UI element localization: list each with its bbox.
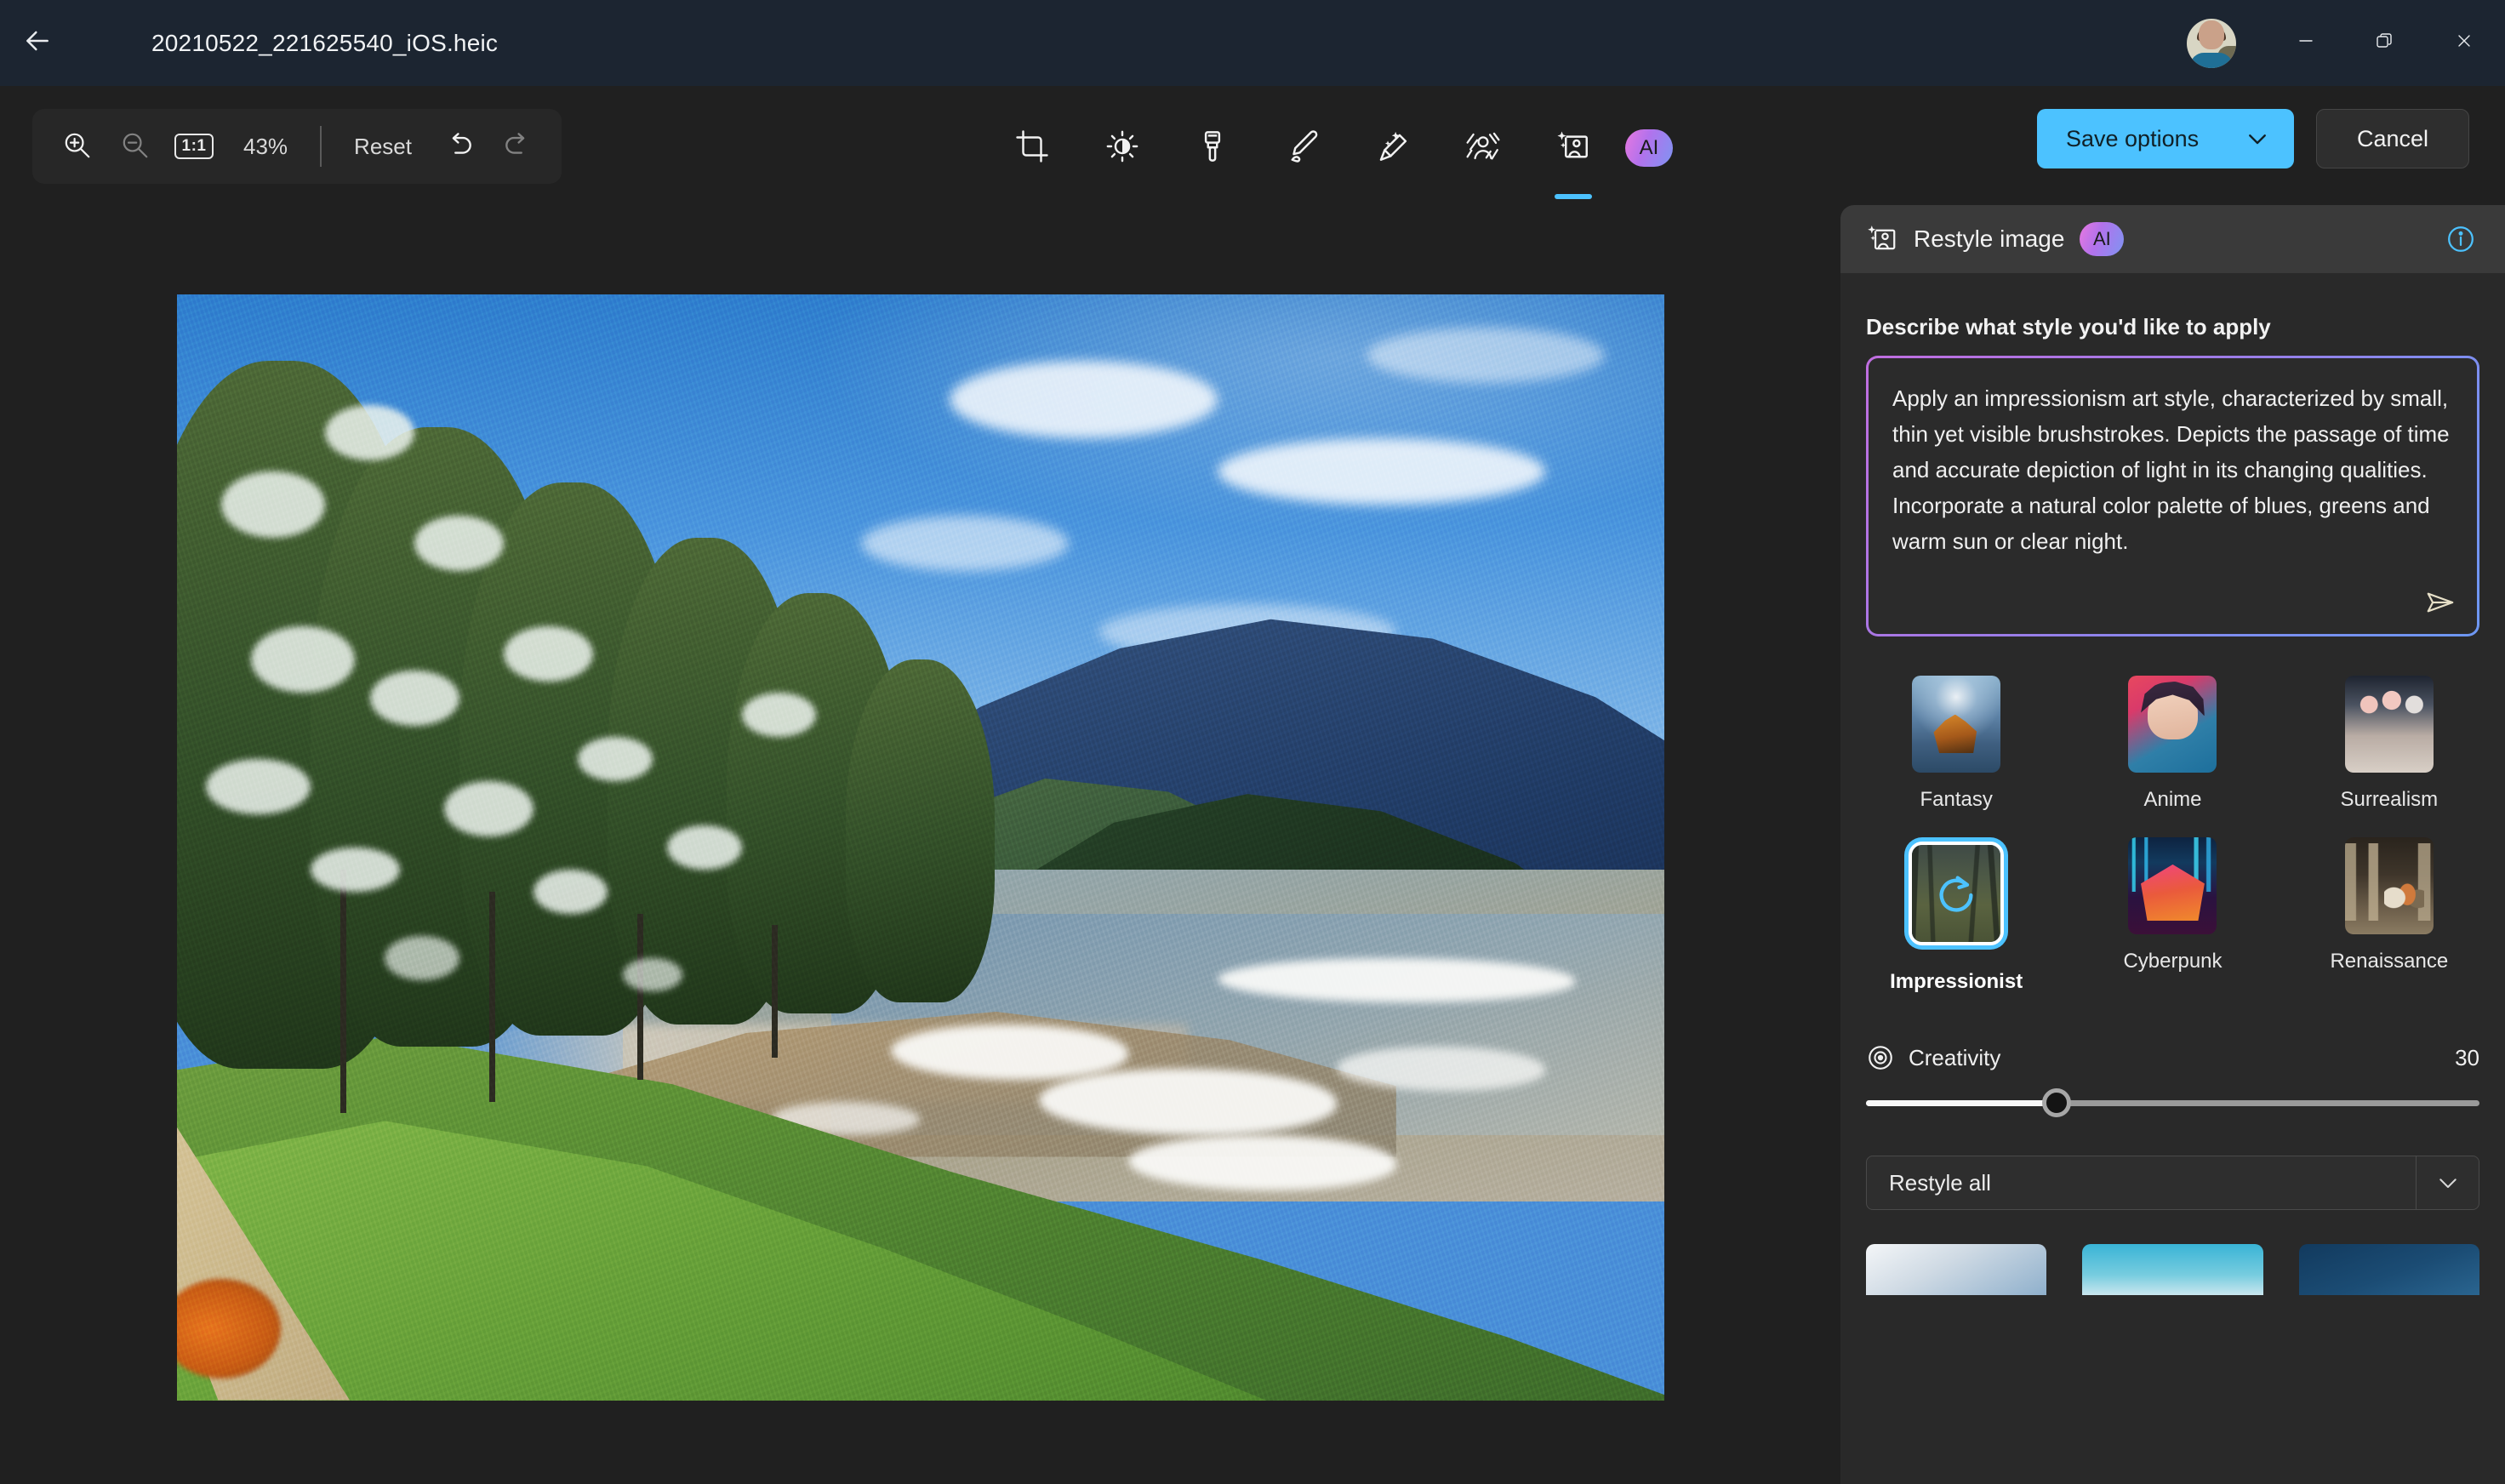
- image-canvas[interactable]: [0, 205, 1840, 1484]
- reset-button[interactable]: Reset: [335, 134, 431, 160]
- style-label: Fantasy: [1920, 788, 1992, 812]
- panel-body: Describe what style you'd like to apply …: [1840, 273, 2505, 1295]
- style-label: Anime: [2143, 788, 2201, 812]
- style-presets: Fantasy Anime Surrealism: [1866, 676, 2479, 994]
- app-body: 1:1 43% Reset: [0, 86, 2505, 1484]
- prompt-field[interactable]: Apply an impressionism art style, charac…: [1866, 356, 2479, 636]
- style-preset-surrealism[interactable]: Surrealism: [2299, 676, 2479, 812]
- zoom-out-button[interactable]: [106, 109, 163, 184]
- chevron-down-icon: [2245, 126, 2270, 151]
- creativity-label: Creativity: [1909, 1045, 2000, 1071]
- title-bar: 20210522_221625540_iOS.heic: [0, 0, 2505, 86]
- cancel-label: Cancel: [2357, 126, 2428, 152]
- adjust-tool[interactable]: [1077, 109, 1167, 187]
- target-icon: [1866, 1043, 1895, 1072]
- style-label: Cyberpunk: [2123, 950, 2222, 973]
- panel-title: Restyle image: [1914, 225, 2064, 253]
- arrow-left-icon: [20, 24, 54, 62]
- style-preset-anime[interactable]: Anime: [2082, 676, 2262, 812]
- creativity-slider[interactable]: [1866, 1084, 2479, 1122]
- actual-size-button[interactable]: 1:1: [163, 109, 225, 184]
- zoom-in-icon: [60, 128, 93, 165]
- chevron-down-icon[interactable]: [2416, 1156, 2479, 1209]
- close-icon: [2454, 31, 2474, 55]
- dropdown-value: Restyle all: [1867, 1170, 2416, 1196]
- style-preset-fantasy[interactable]: Fantasy: [1866, 676, 2046, 812]
- restyle-panel: Restyle image AI Describe what style you…: [1840, 205, 2505, 1484]
- zoom-level-label: 43%: [225, 134, 306, 160]
- send-icon[interactable]: [2424, 586, 2456, 619]
- active-tool-indicator: [1555, 194, 1592, 199]
- zoom-out-icon: [118, 128, 151, 165]
- pen-icon: [1285, 128, 1321, 168]
- redo-icon: [501, 128, 534, 165]
- draw-tool[interactable]: [1258, 109, 1348, 187]
- creativity-value: 30: [2455, 1045, 2479, 1071]
- style-thumbnail: [2128, 676, 2217, 773]
- edit-toolbar: AI: [987, 109, 1673, 201]
- erase-tool[interactable]: [1348, 109, 1438, 187]
- window-title: 20210522_221625540_iOS.heic: [151, 30, 498, 57]
- action-buttons: Save options Cancel: [2037, 109, 2469, 168]
- result-thumbnail[interactable]: [1866, 1244, 2046, 1295]
- restyle-scope-dropdown[interactable]: Restyle all: [1866, 1156, 2479, 1210]
- user-avatar[interactable]: [2187, 19, 2236, 68]
- save-options-label: Save options: [2066, 126, 2199, 152]
- style-thumbnail: [2345, 837, 2434, 934]
- style-label: Surrealism: [2340, 788, 2438, 812]
- magic-eraser-icon: [1375, 128, 1411, 168]
- close-button[interactable]: [2423, 0, 2505, 86]
- prompt-text[interactable]: Apply an impressionism art style, charac…: [1892, 380, 2453, 560]
- back-button[interactable]: [0, 0, 75, 86]
- minimize-icon: [2296, 31, 2316, 55]
- style-preset-impressionist[interactable]: Impressionist: [1866, 837, 2046, 994]
- brush-icon: [1195, 128, 1230, 168]
- zoom-toolbar: 1:1 43% Reset: [32, 109, 562, 184]
- undo-icon: [443, 128, 476, 165]
- save-options-button[interactable]: Save options: [2037, 109, 2294, 168]
- edited-photo[interactable]: [177, 294, 1664, 1401]
- redo-button[interactable]: [488, 109, 546, 184]
- regenerate-icon[interactable]: [1934, 873, 1978, 917]
- cancel-button[interactable]: Cancel: [2316, 109, 2469, 168]
- restyle-image-icon: [1555, 128, 1591, 168]
- restore-button[interactable]: [2345, 0, 2423, 86]
- restyle-image-tool[interactable]: [1528, 109, 1618, 187]
- style-label: Renaissance: [2330, 950, 2448, 973]
- brightness-icon: [1104, 128, 1140, 168]
- info-icon[interactable]: [2445, 224, 2476, 254]
- result-thumbnails: [1866, 1244, 2479, 1295]
- crop-icon: [1014, 128, 1050, 168]
- background-blur-tool[interactable]: [1438, 109, 1528, 187]
- style-preset-cyberpunk[interactable]: Cyberpunk: [2082, 837, 2262, 994]
- markup-tool[interactable]: [1167, 109, 1258, 187]
- crop-tool[interactable]: [987, 109, 1077, 187]
- actual-size-label: 1:1: [174, 134, 214, 159]
- panel-header: Restyle image AI: [1840, 205, 2505, 273]
- ai-badge[interactable]: AI: [1625, 129, 1673, 167]
- slider-thumb[interactable]: [2042, 1088, 2071, 1117]
- style-thumbnail: [2345, 676, 2434, 773]
- selected-style-indicator: [1912, 845, 2000, 942]
- window-controls: [2187, 0, 2505, 86]
- style-preset-renaissance[interactable]: Renaissance: [2299, 837, 2479, 994]
- ai-badge[interactable]: AI: [2080, 222, 2124, 256]
- creativity-row: Creativity 30: [1866, 1043, 2479, 1072]
- result-thumbnail[interactable]: [2299, 1244, 2479, 1295]
- minimize-button[interactable]: [2267, 0, 2345, 86]
- blur-background-icon: [1465, 128, 1501, 168]
- prompt-label: Describe what style you'd like to apply: [1866, 314, 2479, 340]
- style-thumbnail: [1912, 676, 2000, 773]
- photo-artwork: [177, 294, 1664, 1401]
- result-thumbnail[interactable]: [2082, 1244, 2262, 1295]
- slider-fill: [1866, 1100, 2057, 1106]
- restyle-image-icon: [1866, 223, 1898, 255]
- zoom-in-button[interactable]: [48, 109, 106, 184]
- restore-icon: [2374, 31, 2394, 55]
- style-thumbnail: [2128, 837, 2217, 934]
- style-label: Impressionist: [1890, 970, 2023, 994]
- toolbar-divider: [320, 126, 322, 167]
- undo-button[interactable]: [431, 109, 488, 184]
